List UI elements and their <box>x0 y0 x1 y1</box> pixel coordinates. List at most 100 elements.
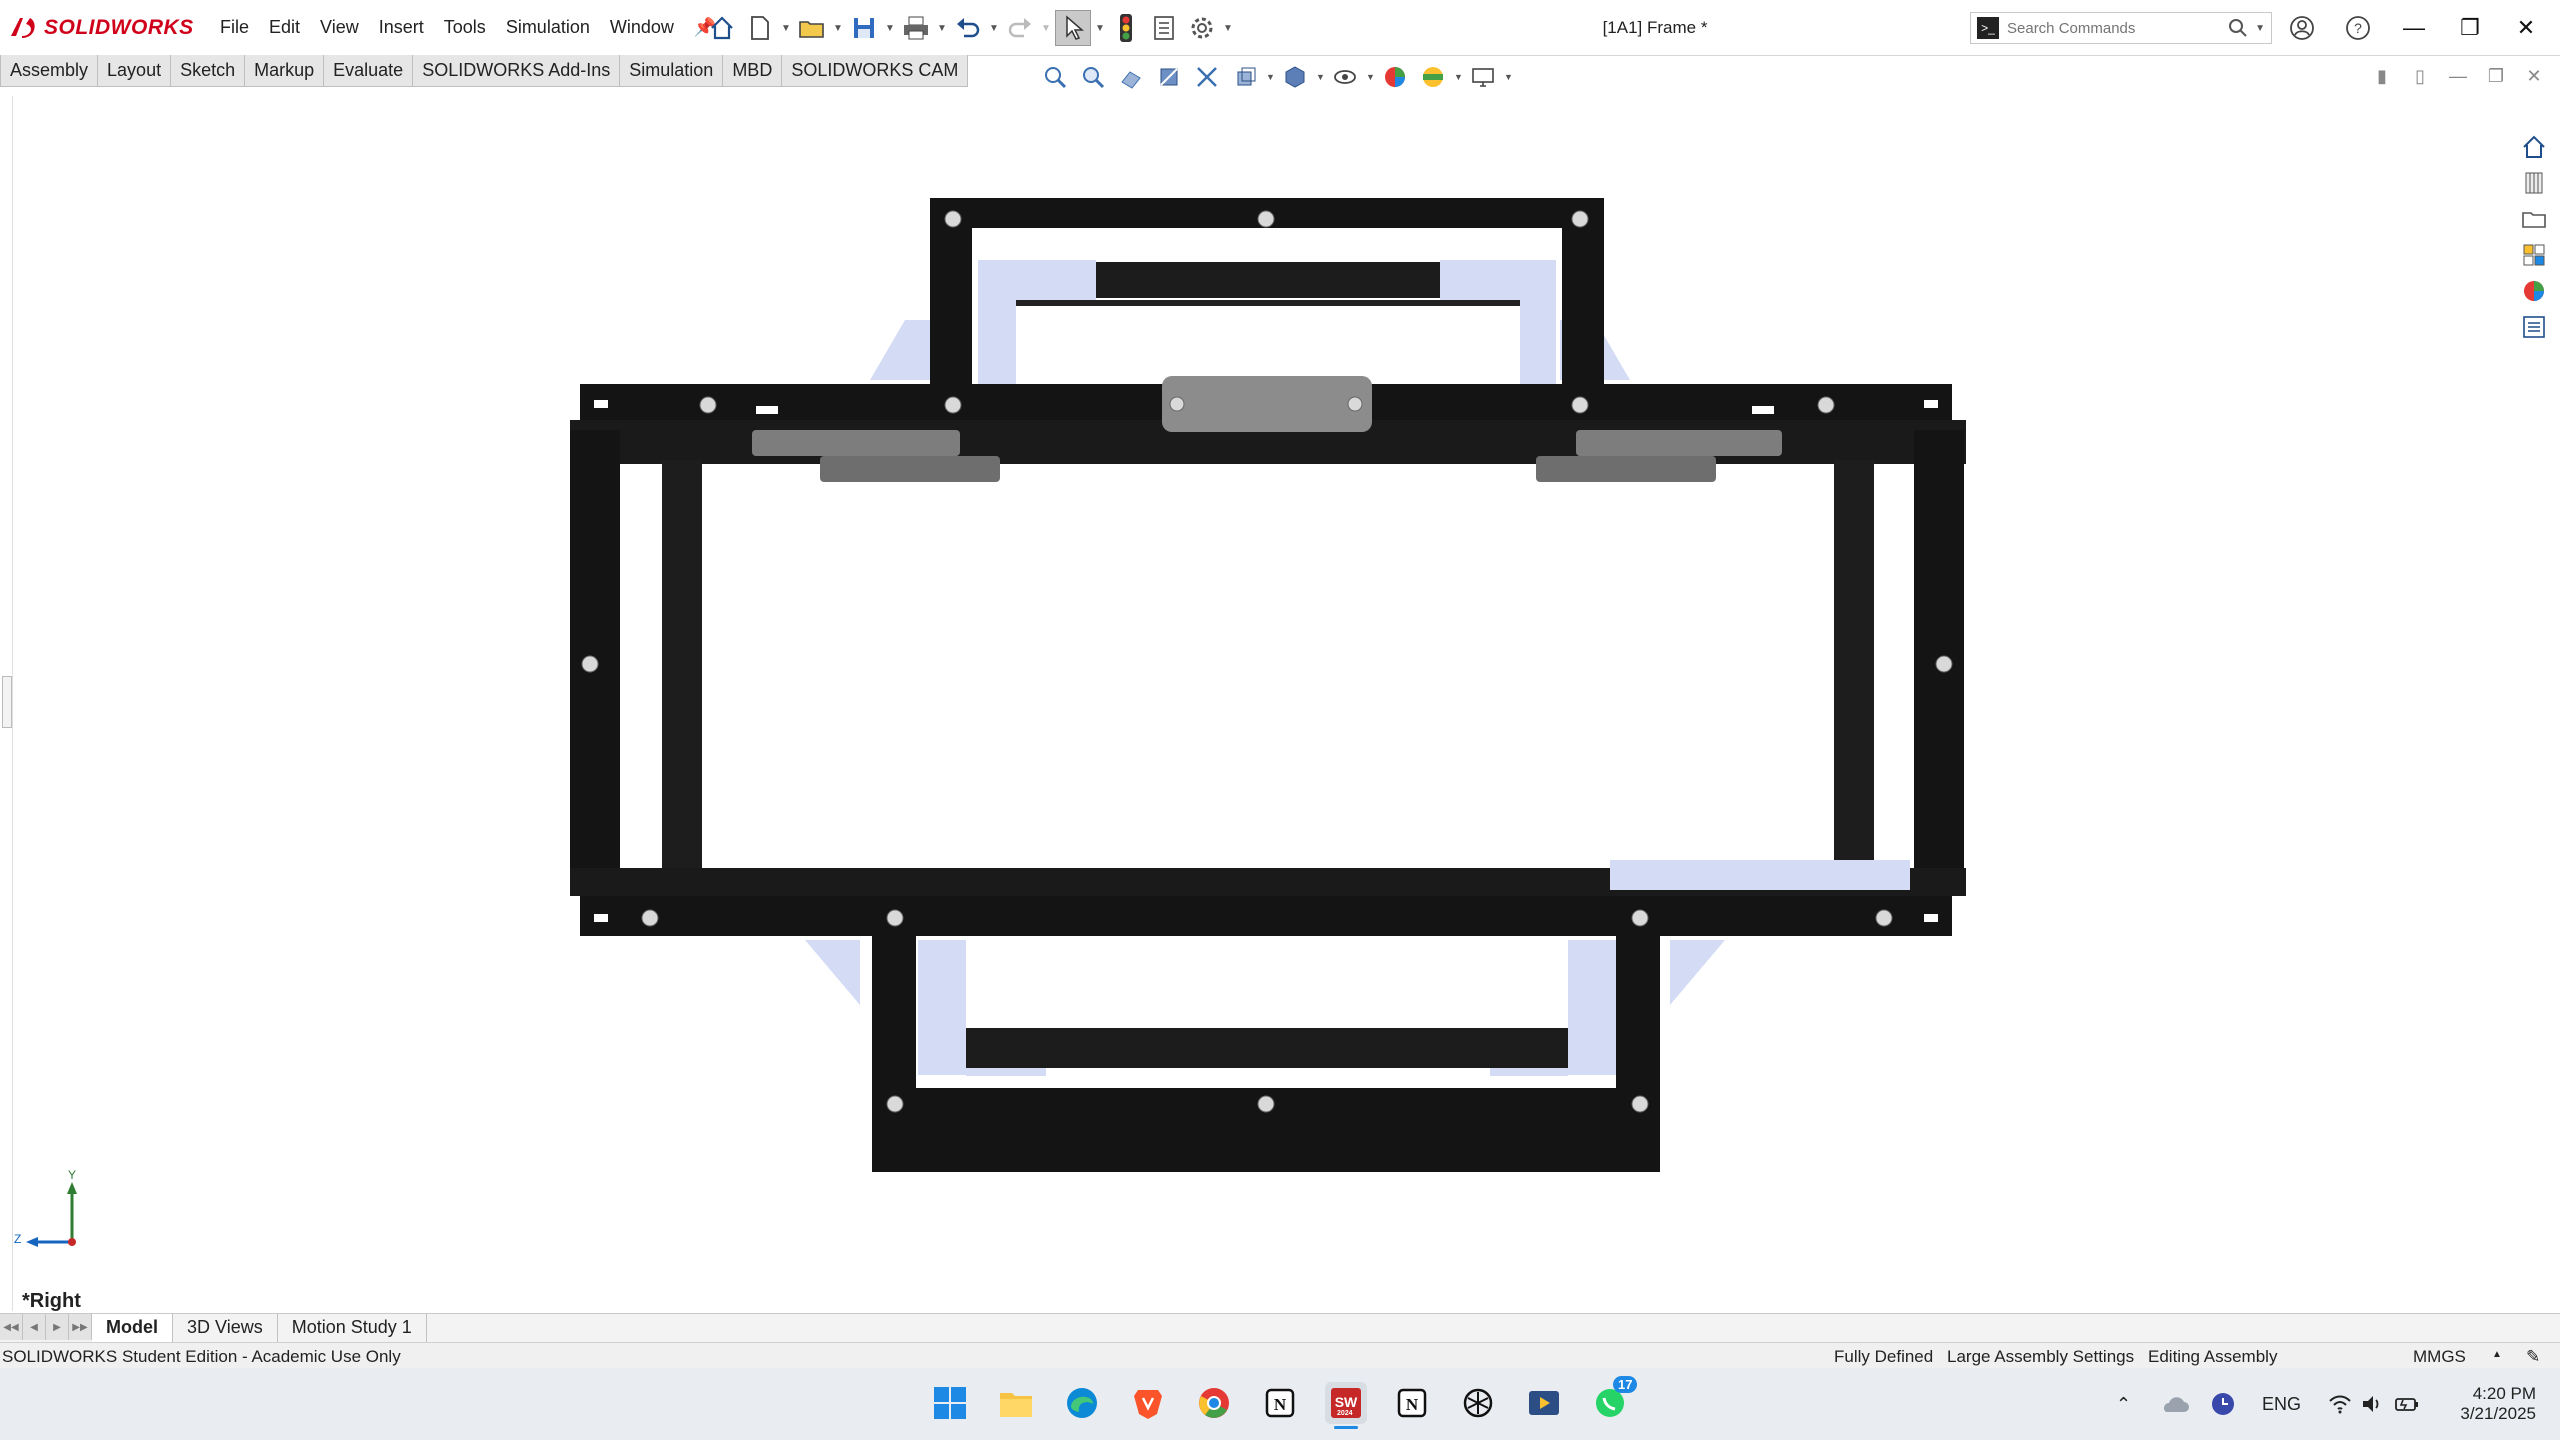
notion-app-icon-2[interactable]: N <box>1391 1382 1433 1424</box>
menu-tools[interactable]: Tools <box>434 17 496 38</box>
options-dropdown-icon[interactable]: ▼ <box>1223 23 1233 34</box>
tab-motion-study[interactable]: Motion Study 1 <box>278 1314 427 1342</box>
zoom-to-fit-icon[interactable] <box>1038 60 1072 94</box>
design-library-icon[interactable] <box>2516 166 2552 200</box>
rebuild-traffic-light-icon[interactable] <box>1109 11 1143 45</box>
tab-simulation[interactable]: Simulation <box>619 55 724 87</box>
tab-layout[interactable]: Layout <box>97 55 172 87</box>
status-customize-icon[interactable]: ✎ <box>2526 1347 2540 1367</box>
doc-minimize-button[interactable]: — <box>2444 62 2472 90</box>
options-gear-icon[interactable] <box>1185 11 1219 45</box>
notion-app-icon[interactable]: N <box>1259 1382 1301 1424</box>
expand-panel-handle[interactable] <box>2 676 12 728</box>
undo-dropdown-icon[interactable]: ▼ <box>989 23 999 34</box>
menu-edit[interactable]: Edit <box>259 17 310 38</box>
solidworks-resources-icon[interactable] <box>2516 130 2552 164</box>
doc-close-button[interactable]: ✕ <box>2520 62 2548 90</box>
show-hidden-icons-button[interactable]: ⌃ <box>2116 1368 2131 1440</box>
solidworks-logo[interactable]: SOLIDWORKS <box>8 12 194 44</box>
minimize-window-button[interactable]: — <box>2388 0 2440 55</box>
display-style-icon[interactable] <box>1278 60 1312 94</box>
tab-assembly[interactable]: Assembly <box>0 55 99 87</box>
windows-start-icon[interactable] <box>929 1382 971 1424</box>
clock-app-icon[interactable] <box>2210 1368 2236 1440</box>
doc-restore-button[interactable]: ❐ <box>2482 62 2510 90</box>
home-icon[interactable] <box>705 11 739 45</box>
battery-icon[interactable] <box>2394 1368 2420 1440</box>
print-icon[interactable] <box>899 11 933 45</box>
input-language-indicator[interactable]: ENG <box>2262 1368 2301 1440</box>
previous-tab-button[interactable]: ◀ <box>23 1314 46 1340</box>
hide-show-dropdown-icon[interactable]: ▼ <box>1366 72 1375 82</box>
display-style-dropdown-icon[interactable]: ▼ <box>1316 72 1325 82</box>
edit-appearance-icon[interactable] <box>1378 60 1412 94</box>
view-orientation-icon[interactable] <box>1228 60 1262 94</box>
previous-view-icon[interactable] <box>1114 60 1148 94</box>
view-settings-dropdown-icon[interactable]: ▼ <box>1504 72 1513 82</box>
apply-scene-dropdown-icon[interactable]: ▼ <box>1454 72 1463 82</box>
video-editor-app-icon[interactable] <box>1523 1382 1565 1424</box>
view-palette-icon[interactable] <box>2516 238 2552 272</box>
dynamic-annotation-icon[interactable] <box>1190 60 1224 94</box>
system-clock[interactable]: 4:20 PM 3/21/2025 <box>2440 1368 2536 1440</box>
search-commands-box[interactable]: >_ ▼ <box>1970 12 2272 44</box>
user-account-icon[interactable] <box>2276 0 2328 55</box>
file-explorer-app-icon[interactable] <box>995 1382 1037 1424</box>
undo-icon[interactable] <box>951 11 985 45</box>
tab-mbd[interactable]: MBD <box>722 55 783 87</box>
frame-assembly-model[interactable] <box>12 96 2512 1311</box>
next-tab-button[interactable]: ▶ <box>46 1314 69 1340</box>
new-dropdown-icon[interactable]: ▼ <box>781 23 791 34</box>
menu-window[interactable]: Window <box>600 17 684 38</box>
zoom-to-area-icon[interactable] <box>1076 60 1110 94</box>
help-icon[interactable]: ? <box>2332 0 2384 55</box>
restore-window-button[interactable]: ❐ <box>2444 0 2496 55</box>
menu-insert[interactable]: Insert <box>369 17 434 38</box>
solidworks-taskbar-icon[interactable]: SW 2024 <box>1325 1382 1367 1429</box>
tab-addins[interactable]: SOLIDWORKS Add-Ins <box>412 55 621 87</box>
hide-show-items-icon[interactable] <box>1328 60 1362 94</box>
wifi-icon[interactable] <box>2328 1368 2352 1440</box>
view-orientation-dropdown-icon[interactable]: ▼ <box>1266 72 1275 82</box>
select-pointer-icon[interactable] <box>1055 10 1091 46</box>
first-tab-button[interactable]: ◀◀ <box>0 1314 23 1340</box>
chatgpt-app-icon[interactable] <box>1457 1382 1499 1424</box>
search-input[interactable] <box>2005 18 2228 38</box>
unit-system-selector[interactable]: MMGS <box>2413 1347 2466 1367</box>
edge-browser-icon[interactable] <box>1061 1382 1103 1424</box>
tab-sketch[interactable]: Sketch <box>170 55 246 87</box>
menu-file[interactable]: File <box>210 17 259 38</box>
save-dropdown-icon[interactable]: ▼ <box>885 23 895 34</box>
custom-properties-icon[interactable] <box>2516 310 2552 344</box>
search-dropdown-icon[interactable]: ▼ <box>2249 23 2271 34</box>
open-folder-icon[interactable] <box>795 11 829 45</box>
select-dropdown-icon[interactable]: ▼ <box>1095 23 1105 34</box>
search-icon[interactable] <box>2227 17 2249 39</box>
section-view-icon[interactable] <box>1152 60 1186 94</box>
chrome-browser-icon[interactable] <box>1193 1382 1235 1424</box>
redo-icon[interactable] <box>1003 11 1037 45</box>
volume-icon[interactable] <box>2360 1368 2384 1440</box>
menu-simulation[interactable]: Simulation <box>496 17 600 38</box>
file-explorer-icon[interactable] <box>2516 202 2552 236</box>
open-dropdown-icon[interactable]: ▼ <box>833 23 843 34</box>
onedrive-cloud-icon[interactable] <box>2160 1368 2190 1440</box>
whatsapp-app-icon[interactable]: 17 <box>1589 1376 1638 1424</box>
menu-view[interactable]: View <box>310 17 369 38</box>
last-tab-button[interactable]: ▶▶ <box>69 1314 92 1340</box>
redo-dropdown-icon[interactable]: ▼ <box>1041 23 1051 34</box>
tab-cam[interactable]: SOLIDWORKS CAM <box>781 55 969 87</box>
new-document-icon[interactable] <box>743 11 777 45</box>
tab-evaluate[interactable]: Evaluate <box>323 55 414 87</box>
tile-right-icon[interactable]: ▯ <box>2406 62 2434 90</box>
units-dropdown-icon[interactable]: ▲ <box>2492 1349 2502 1360</box>
save-icon[interactable] <box>847 11 881 45</box>
print-dropdown-icon[interactable]: ▼ <box>937 23 947 34</box>
large-assembly-settings-status[interactable]: Large Assembly Settings <box>1947 1347 2134 1367</box>
appearances-scenes-icon[interactable] <box>2516 274 2552 308</box>
view-settings-icon[interactable] <box>1466 60 1500 94</box>
tab-3d-views[interactable]: 3D Views <box>173 1314 278 1342</box>
tab-markup[interactable]: Markup <box>244 55 325 87</box>
graphics-area[interactable] <box>12 96 2512 1311</box>
file-properties-icon[interactable] <box>1147 11 1181 45</box>
